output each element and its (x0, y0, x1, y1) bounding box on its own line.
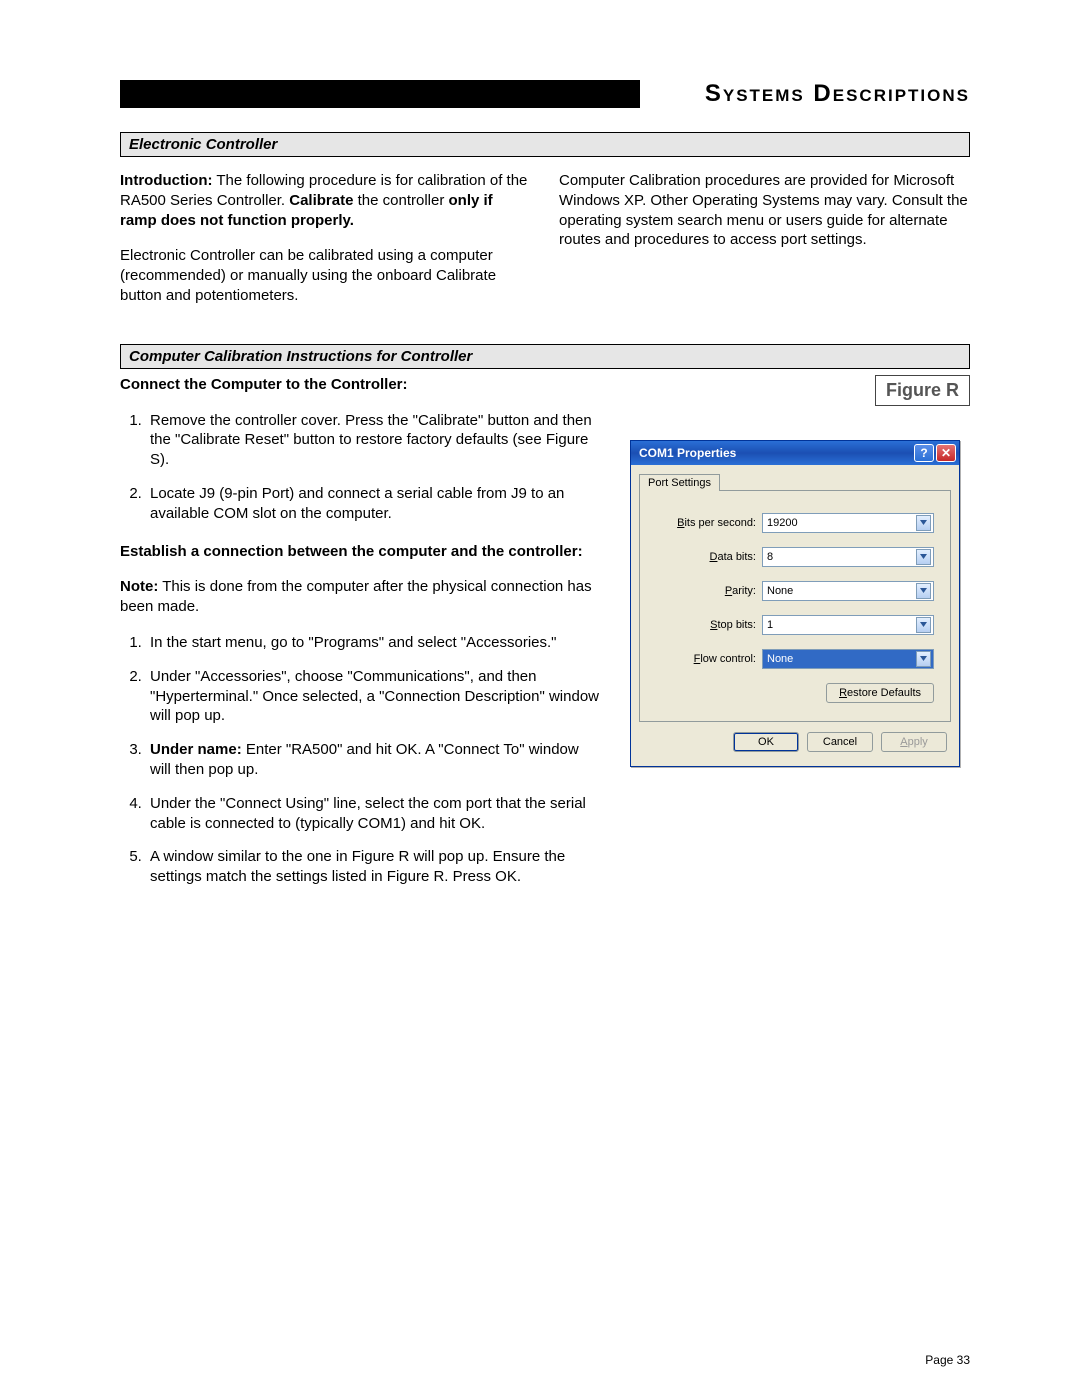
list-item: Under name: Enter "RA500" and hit OK. A … (146, 740, 602, 780)
figure-label: Figure R (875, 375, 970, 406)
connect-steps: Remove the controller cover. Press the "… (120, 411, 602, 524)
dialog-titlebar[interactable]: COM1 Properties ? ✕ (631, 441, 959, 465)
flow-control-label: Flow control: (656, 653, 756, 665)
close-icon: ✕ (941, 446, 951, 460)
list-item: Under "Accessories", choose "Communicati… (146, 667, 602, 726)
parity-value: None (767, 585, 793, 597)
parity-label: Parity: (656, 585, 756, 597)
chevron-down-icon (916, 651, 931, 667)
close-button[interactable]: ✕ (936, 444, 956, 462)
bits-per-second-select[interactable]: 19200 (762, 513, 934, 533)
list-item: In the start menu, go to "Programs" and … (146, 633, 602, 653)
intro-paragraph-1: Introduction: The following procedure is… (120, 171, 531, 230)
section-electronic-controller: Electronic Controller (120, 132, 970, 157)
tab-port-settings[interactable]: Port Settings (639, 474, 720, 491)
chevron-down-icon (916, 617, 931, 633)
flow-control-value: None (767, 653, 793, 665)
intro-right-col: Computer Calibration procedures are prov… (559, 171, 970, 250)
parity-select[interactable]: None (762, 581, 934, 601)
header: Systems Descriptions (120, 80, 970, 110)
chevron-down-icon (916, 515, 931, 531)
data-bits-select[interactable]: 8 (762, 547, 934, 567)
stop-bits-label: Stop bits: (656, 619, 756, 631)
stop-bits-value: 1 (767, 619, 773, 631)
help-icon: ? (920, 446, 927, 460)
note-label: Note: (120, 578, 158, 595)
bits-per-second-value: 19200 (767, 517, 798, 529)
intro-paragraph-2: Electronic Controller can be calibrated … (120, 246, 531, 305)
chevron-down-icon (916, 549, 931, 565)
introduction-label: Introduction: (120, 172, 212, 189)
flow-control-select[interactable]: None (762, 649, 934, 669)
ok-button[interactable]: OK (733, 732, 799, 752)
cancel-button[interactable]: Cancel (807, 732, 873, 752)
list-item: Under the "Connect Using" line, select t… (146, 794, 602, 834)
dialog-title: COM1 Properties (639, 446, 912, 460)
page-title: Systems Descriptions (705, 80, 970, 108)
chevron-down-icon (916, 583, 931, 599)
com1-properties-dialog: COM1 Properties ? ✕ Port Settings Bits p… (630, 440, 960, 767)
section-computer-calibration: Computer Calibration Instructions for Co… (120, 344, 970, 369)
note-paragraph: Note: This is done from the computer aft… (120, 577, 602, 617)
list-item: Remove the controller cover. Press the "… (146, 411, 602, 470)
data-bits-label: Data bits: (656, 551, 756, 563)
restore-defaults-button[interactable]: Restore Defaults (826, 683, 934, 703)
port-settings-panel: Bits per second: 19200 Data bits: 8 (639, 490, 951, 722)
stop-bits-select[interactable]: 1 (762, 615, 934, 635)
bits-per-second-label: Bits per second: (656, 517, 756, 529)
list-item: Locate J9 (9-pin Port) and connect a ser… (146, 484, 602, 524)
establish-heading: Establish a connection between the compu… (120, 542, 602, 562)
page-number: Page 33 (925, 1353, 970, 1367)
header-black-bar (120, 80, 640, 108)
establish-steps: In the start menu, go to "Programs" and … (120, 633, 602, 887)
connect-heading: Connect the Computer to the Controller: (120, 375, 602, 395)
data-bits-value: 8 (767, 551, 773, 563)
list-item: A window similar to the one in Figure R … (146, 847, 602, 887)
apply-button[interactable]: Apply (881, 732, 947, 752)
help-button[interactable]: ? (914, 444, 934, 462)
